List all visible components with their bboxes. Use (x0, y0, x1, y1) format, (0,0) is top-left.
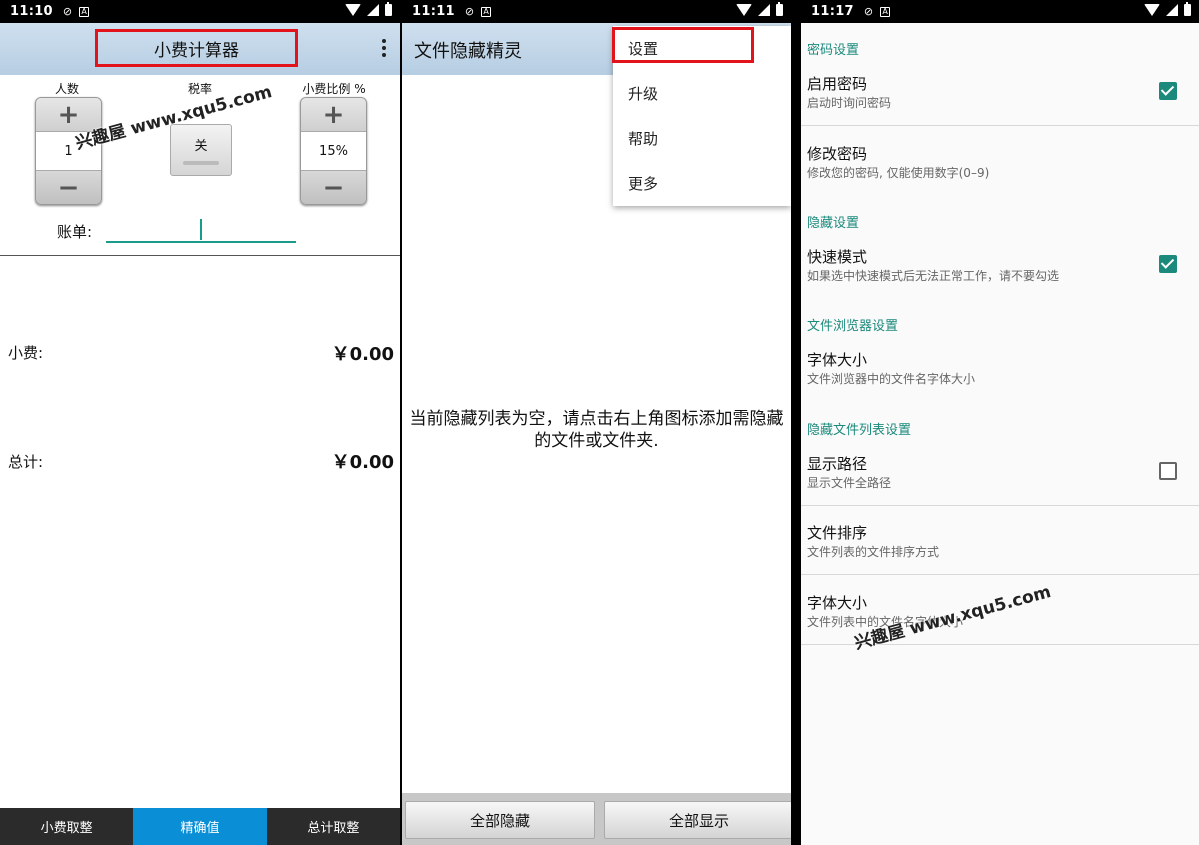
wifi-icon (736, 4, 752, 16)
tab-exact[interactable]: 精确值 (133, 808, 267, 845)
menu-item-more[interactable]: 更多 (613, 161, 791, 206)
battery-icon (776, 2, 783, 16)
tip-percent-stepper: + 15% − (300, 97, 367, 205)
divider (801, 574, 1199, 575)
section-hide: 隐藏设置 (807, 216, 860, 231)
notification-a-icon: A (880, 6, 891, 17)
list-font-size-title[interactable]: 字体大小 (807, 592, 867, 613)
signal-icon (1166, 4, 1178, 16)
settings-screen: 11:17 ⊘ A 密码设置 启用密码 启动时询问密码 修改密码 修改您的密码,… (801, 0, 1199, 845)
signal-icon (758, 4, 770, 16)
file-sort-title[interactable]: 文件排序 (807, 522, 867, 543)
status-time: 11:10 (10, 4, 53, 19)
browser-font-size-summary: 文件浏览器中的文件名字体大小 (807, 372, 976, 386)
settings-highlight (612, 27, 754, 63)
divider (801, 505, 1199, 506)
divider (0, 255, 400, 256)
status-bar: 11:10 ⊘ A (0, 0, 400, 23)
tab-round-total[interactable]: 总计取整 (266, 808, 400, 845)
people-label: 人数 (54, 82, 79, 96)
status-time: 11:11 (412, 4, 455, 19)
enable-password-title[interactable]: 启用密码 (807, 73, 867, 94)
data-saver-icon: ⊘ (863, 5, 874, 18)
enable-password-summary: 启动时询问密码 (807, 96, 892, 110)
quick-mode-summary: 如果选中快速模式后无法正常工作，请不要勾选 (807, 269, 1060, 283)
people-minus-button[interactable]: − (36, 170, 101, 204)
menu-item-upgrade[interactable]: 升级 (613, 71, 791, 116)
file-hider-screen: 11:11 ⊘ A 文件隐藏精灵 设置 升级 帮助 更多 当前隐藏列表为空，请点… (402, 0, 791, 845)
file-sort-summary: 文件列表的文件排序方式 (807, 545, 940, 559)
app-title: 小费计算器 (154, 40, 239, 61)
tip-amount: ￥0.00 (331, 344, 394, 365)
notification-a-icon: A (79, 6, 90, 17)
bill-label: 账单: (57, 223, 93, 241)
change-password-title[interactable]: 修改密码 (807, 143, 867, 164)
tip-calculator-screen: 11:10 ⊘ A 小费计算器 人数 税率 小费比例 % + 1 − 关 + 1… (0, 0, 400, 845)
data-saver-icon: ⊘ (62, 5, 73, 18)
battery-icon (1184, 2, 1191, 16)
tip-row-label: 小费: (8, 344, 44, 362)
tip-percent-value: 15% (301, 132, 366, 170)
section-hidden-list: 隐藏文件列表设置 (807, 423, 912, 438)
tip-minus-button[interactable]: − (301, 170, 366, 204)
wifi-icon (1144, 4, 1160, 16)
status-bar: 11:17 ⊘ A (801, 0, 1199, 23)
notification-a-icon: A (481, 6, 492, 17)
show-path-summary: 显示文件全路径 (807, 476, 892, 490)
quick-mode-title[interactable]: 快速模式 (807, 246, 867, 267)
data-saver-icon: ⊘ (464, 5, 475, 18)
quick-mode-checkbox[interactable] (1159, 255, 1177, 273)
signal-icon (367, 4, 379, 16)
tab-round-tip[interactable]: 小费取整 (0, 808, 134, 845)
divider (801, 125, 1199, 126)
wifi-icon (345, 4, 361, 16)
tip-plus-button[interactable]: + (301, 98, 366, 132)
empty-list-message: 当前隐藏列表为空，请点击右上角图标添加需隐藏的文件或文件夹. (409, 409, 784, 451)
people-stepper: + 1 − (35, 97, 102, 205)
browser-font-size-title[interactable]: 字体大小 (807, 349, 867, 370)
total-row-label: 总计: (8, 453, 44, 471)
app-bar: 小费计算器 (0, 23, 400, 75)
app-title-highlight: 小费计算器 (95, 29, 298, 67)
battery-icon (385, 2, 392, 16)
tax-toggle-label: 关 (194, 139, 208, 154)
tip-percent-label: 小费比例 % (302, 82, 366, 96)
enable-password-checkbox[interactable] (1159, 82, 1177, 100)
status-bar: 11:11 ⊘ A (402, 0, 791, 23)
tax-toggle[interactable]: 关 (170, 124, 232, 176)
menu-item-help[interactable]: 帮助 (613, 116, 791, 161)
show-path-title[interactable]: 显示路径 (807, 453, 867, 474)
text-caret (200, 219, 202, 240)
change-password-summary: 修改您的密码, 仅能使用数字(0–9) (807, 166, 990, 180)
bottom-bar: 全部隐藏 全部显示 (402, 793, 791, 845)
section-browser: 文件浏览器设置 (807, 319, 899, 334)
overflow-menu-icon[interactable] (382, 39, 386, 60)
status-time: 11:17 (811, 4, 854, 19)
section-password: 密码设置 (807, 43, 860, 58)
rounding-tabs: 小费取整 精确值 总计取整 (0, 808, 400, 845)
hide-all-button[interactable]: 全部隐藏 (405, 801, 595, 839)
show-all-button[interactable]: 全部显示 (604, 801, 791, 839)
show-path-checkbox[interactable] (1159, 462, 1177, 480)
total-amount: ￥0.00 (331, 452, 394, 473)
app-title: 文件隐藏精灵 (414, 41, 522, 62)
